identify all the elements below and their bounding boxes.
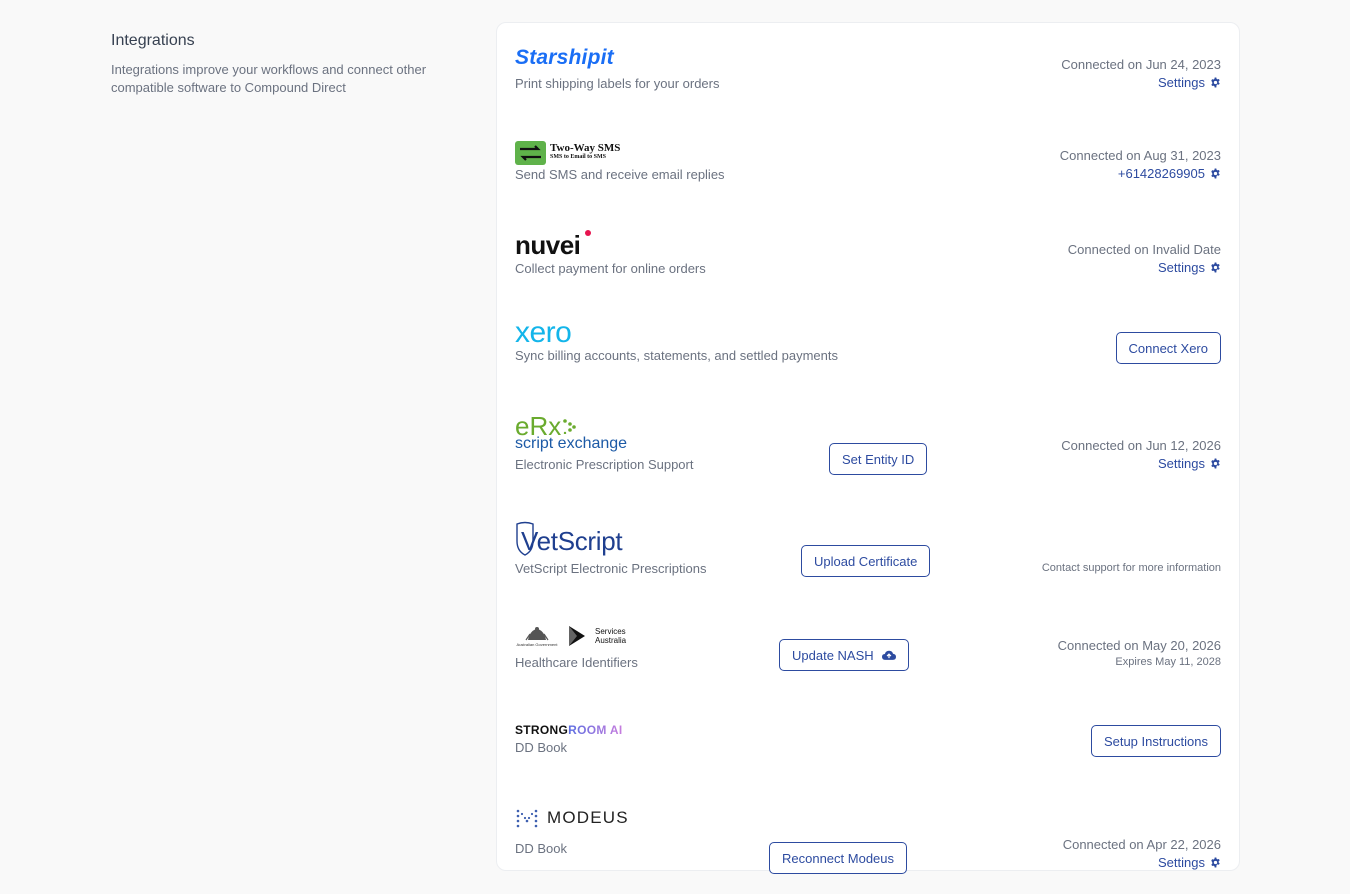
services-australia-logo-text: Services Australia [595,627,627,645]
integration-two-way-sms: Two-Way SMS SMS to Email to SMS Send SMS… [515,141,1221,185]
integration-erx: eRx script exchange Electronic Prescript… [515,413,1221,475]
nuvei-description: Collect payment for online orders [515,261,706,276]
integrations-card: Starshipit Print shipping labels for you… [496,22,1240,874]
nash-expiry-note: Expires May 11, 2028 [1115,656,1221,668]
gear-icon [1211,77,1220,88]
erx-status-group: Connected on Jun 12, 2026 Settings [1061,438,1221,473]
vetscript-note-group: Contact support for more information [1042,562,1221,574]
strongroom-logo-text: STRONG [515,723,569,737]
two-way-sms-logo-text: Two-Way SMS [550,142,621,154]
services-australia-arrow-icon [569,626,585,646]
vetscript-support-note: Contact support for more information [1041,562,1221,574]
integration-vetscript: VetScript VetScript Electronic Prescript… [515,521,1221,577]
starshipit-status-group: Connected on Jun 24, 2023 Settings [1061,57,1221,92]
integration-modeus: MODEUS DD Book Reconnect Modeus Connecte… [515,808,1221,874]
two-way-sms-status: Connected on Aug 31, 2023 [1059,148,1221,163]
modeus-logo-text: MODEUS [547,808,629,827]
nuvei-logo-text: nuvei [515,230,581,260]
erx-settings-link[interactable]: Settings [1158,456,1221,471]
erx-logo: eRx script exchange [515,413,628,452]
healthcare-identifiers-status: Connected on May 20, 2026 [1057,638,1221,653]
strongroom-description: DD Book [515,740,568,755]
starshipit-description: Print shipping labels for your orders [515,76,720,91]
nuvei-dot-icon [585,230,591,236]
settings-label: Settings [1158,855,1205,870]
strongroom-logo-text-accent: ROOM AI [568,723,623,737]
two-way-sms-status-group: Connected on Aug 31, 2023 +61428269905 [1060,148,1221,183]
intro-section: Integrations Integrations improve your w… [111,32,471,97]
nuvei-settings-link[interactable]: Settings [1158,260,1221,275]
settings-label: Settings [1158,456,1205,471]
integration-xero: xero Sync billing accounts, statements, … [515,316,1221,367]
integration-starshipit: Starshipit Print shipping labels for you… [515,47,1221,97]
modeus-status: Connected on Apr 22, 2026 [1062,837,1221,852]
strongroom-ai-logo: STRONGROOM AI [515,723,622,737]
vetscript-description: VetScript Electronic Prescriptions [515,561,707,576]
reconnect-modeus-button[interactable]: Reconnect Modeus [769,842,908,874]
integrations-page: Integrations Integrations improve your w… [0,0,1350,894]
two-way-sms-logo: Two-Way SMS SMS to Email to SMS [515,141,620,165]
healthcare-identifiers-status-group: Connected on May 20, 2026 Expires May 11… [1058,638,1221,668]
australian-government-crest: Australian Government [515,626,559,647]
gear-icon [1211,168,1220,179]
gear-icon [1211,458,1220,469]
nuvei-status-group: Connected on Invalid Date Settings [1068,242,1221,277]
integration-nuvei: nuvei Collect payment for online orders … [515,230,1221,277]
sms-arrows-icon [515,141,546,165]
modeus-description: DD Book [515,841,568,856]
settings-label: Settings [1158,75,1205,90]
gear-icon [1211,262,1220,273]
erx-logo-subtext: script exchange [515,435,628,452]
cloud-upload-icon [881,650,896,660]
page-title: Integrations [111,32,195,49]
xero-description: Sync billing accounts, statements, and s… [515,348,839,363]
update-nash-button[interactable]: Update NASH [779,639,909,671]
settings-label: Settings [1158,260,1205,275]
healthcare-identifiers-description: Healthcare Identifiers [515,655,638,670]
setup-instructions-button[interactable]: Setup Instructions [1090,725,1221,757]
modeus-logo: MODEUS [515,808,629,828]
starshipit-status: Connected on Jun 24, 2023 [1061,57,1221,72]
two-way-sms-description: Send SMS and receive email replies [515,167,725,182]
two-way-sms-phone-link[interactable]: +61428269905 [1118,166,1221,181]
gear-icon [1211,857,1220,868]
crest-icon [525,626,549,640]
nuvei-status: Connected on Invalid Date [1067,242,1221,257]
erx-status: Connected on Jun 12, 2026 [1061,438,1221,453]
phone-number-label: +61428269905 [1117,166,1205,181]
upload-certificate-button[interactable]: Upload Certificate [801,545,931,577]
modeus-settings-link[interactable]: Settings [1158,855,1221,870]
modeus-status-group: Connected on Apr 22, 2026 Settings [1063,837,1221,872]
services-australia-logo: Australian Government Services Australia [515,625,631,647]
erx-dots-icon [563,419,577,434]
erx-description: Electronic Prescription Support [515,457,694,472]
update-nash-label: Update NASH [792,647,874,663]
integration-strongroom-ai: STRONGROOM AI DD Book Setup Instructions [515,721,1221,761]
connect-xero-button[interactable]: Connect Xero [1115,332,1221,364]
page-description: Integrations improve your workflows and … [111,62,427,95]
two-way-sms-logo-subtext: SMS to Email to SMS [550,154,607,160]
starshipit-settings-link[interactable]: Settings [1158,75,1221,90]
starshipit-logo: Starshipit [515,46,614,69]
modeus-m-icon [516,809,538,828]
vetscript-logo: VetScript [515,521,623,557]
xero-logo: xero [515,316,572,349]
nuvei-logo: nuvei [515,230,591,260]
integration-healthcare-identifiers: Australian Government Services Australia… [515,623,1221,673]
vetscript-logo-text: VetScript [521,526,623,556]
set-entity-id-button[interactable]: Set Entity ID [829,443,928,475]
